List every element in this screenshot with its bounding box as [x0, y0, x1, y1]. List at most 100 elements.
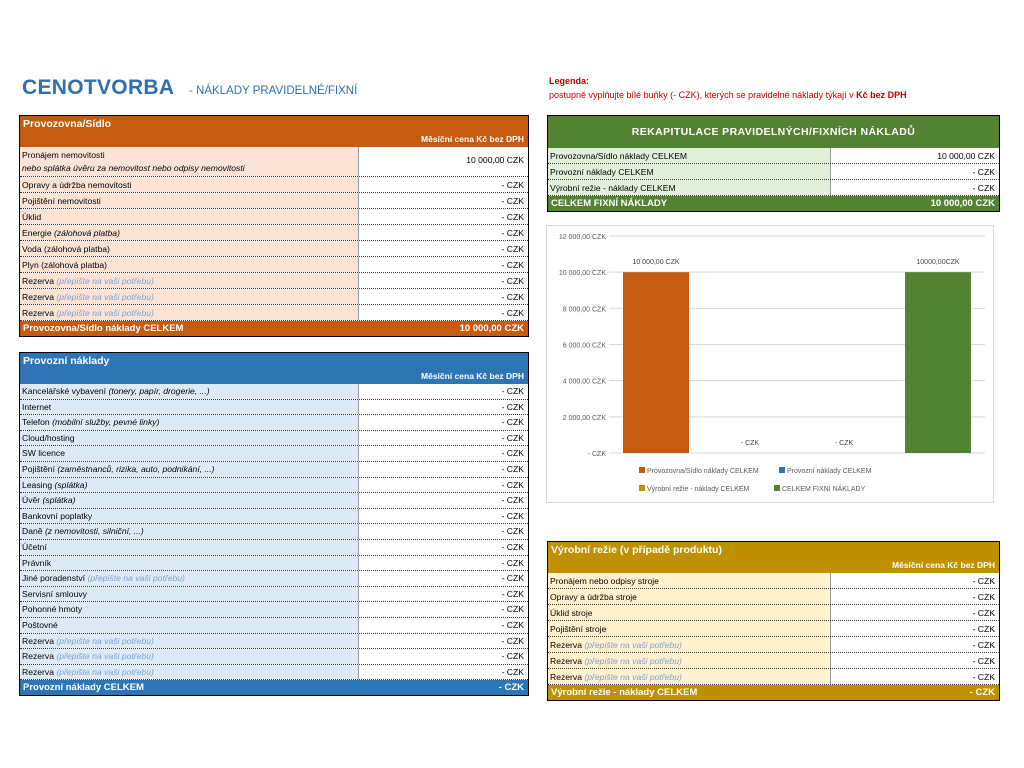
provozni-row-value-input[interactable]: - CZK	[358, 617, 528, 633]
provozovna-row-value-input[interactable]: - CZK	[358, 177, 528, 192]
provozovna-row-label: Rezerva (přepište na vaši potřebu)	[20, 305, 358, 320]
provozni-row-hint: (přepište na vaši potřebu)	[56, 635, 154, 646]
provozovna-row-value-input[interactable]: - CZK	[358, 305, 528, 320]
provozovna-row: Rezerva (přepište na vaši potřebu) - CZK	[20, 305, 528, 321]
provozni-row-value-input[interactable]: - CZK	[358, 524, 528, 539]
rekapitulace-row-value-input[interactable]: - CZK	[830, 180, 999, 195]
provozni-row-value-input[interactable]: - CZK	[358, 649, 528, 664]
vyrobni-row-hint: (přepište na vaši potřebu)	[584, 640, 682, 650]
provozni-row-value-input[interactable]: - CZK	[358, 633, 528, 649]
provozni-row: Bankovní poplatky - CZK	[20, 508, 528, 525]
provozovna-row-label-text: Rezerva	[22, 292, 54, 302]
vyrobni-row-value-input[interactable]: - CZK	[830, 653, 999, 668]
provozovna-row-value-input[interactable]: - CZK	[358, 209, 528, 224]
provozovna-row-value-input[interactable]: - CZK	[358, 289, 528, 304]
provozni-row-note: (z nemovitosti, silniční, ...)	[44, 526, 144, 537]
provozovna-row-value-input[interactable]: - CZK	[358, 193, 528, 208]
provozovna-row-hint: (přepište na vaši potřebu)	[56, 276, 154, 286]
provozni-total-value: - CZK	[498, 682, 524, 694]
vyrobni-row-hint: (přepište na vaši potřebu)	[584, 672, 682, 682]
provozni-row-label: Rezerva (přepište na vaši potřebu)	[20, 664, 358, 680]
provozovna-row: Rezerva (přepište na vaši potřebu) - CZK	[20, 273, 528, 289]
provozni-row-value-input[interactable]: - CZK	[358, 508, 528, 524]
provozovna-row-label-text: Opravy a údržba nemovitosti	[22, 180, 132, 190]
provozni-row: Daně (z nemovitosti, silniční, ...) - CZK	[20, 524, 528, 540]
vyrobni-row-value-input[interactable]: - CZK	[830, 669, 999, 684]
provozni-row-value-input[interactable]: - CZK	[358, 539, 528, 555]
provozni-row-value-input[interactable]: - CZK	[358, 664, 528, 680]
provozovna-row-label-text: Úklid	[22, 212, 42, 222]
vyrobni-row: Opravy a údržba stroje - CZK	[548, 589, 999, 605]
provozni-row-label-text: Právník	[22, 557, 52, 568]
provozovna-row-value-input[interactable]: - CZK	[358, 273, 528, 288]
provozovna-row-value-input[interactable]: - CZK	[358, 241, 528, 256]
provozovna-total-value: 10 000,00 CZK	[459, 323, 524, 334]
provozovna-total-row: Provozovna/Sídlo náklady CELKEM 10 000,0…	[20, 321, 528, 336]
rekapitulace-row-value-input[interactable]: - CZK	[830, 164, 999, 179]
vyrobni-row-value-input[interactable]: - CZK	[830, 605, 999, 620]
vyrobni-subheader: Měsíční cena Kč bez DPH	[548, 558, 999, 573]
legend-title: Legenda:	[549, 76, 590, 86]
provozni-row-label: Účetní	[20, 539, 358, 555]
provozni-row: Jiné poradenství (přepište na vaši potře…	[20, 571, 528, 587]
provozni-row: Pohonné hmoty - CZK	[20, 602, 528, 618]
provozni-row-label-text: Bankovní poplatky	[22, 510, 93, 521]
provozni-row-value-input[interactable]: - CZK	[358, 586, 528, 602]
provozni-row: Kancelářské vybavení (tonery, papír, dro…	[20, 384, 528, 400]
provozni-row-note: (zaměstnanců, rizika, auto, podnikání, .…	[57, 463, 215, 474]
provozni-row-label-text: Leasing	[22, 479, 53, 490]
provozovna-row-label: Energie (zálohová platba)	[20, 225, 358, 240]
provozovna-row-value-input[interactable]: - CZK	[358, 257, 528, 272]
provozni-row-value-input[interactable]: - CZK	[358, 493, 528, 508]
rekapitulace-row-label-text: Provozovna/Sídlo náklady CELKEM	[550, 151, 688, 161]
vyrobni-row: Úklid stroje - CZK	[548, 605, 999, 621]
vyrobni-row-value-input[interactable]: - CZK	[830, 637, 999, 652]
provozni-row-value-input[interactable]: - CZK	[358, 461, 528, 477]
provozni-row: Účetní - CZK	[20, 539, 528, 556]
provozni-header: Provozní náklady	[20, 353, 528, 369]
chart-legend-label: Provozovna/Sídlo náklady CELKEM	[647, 468, 759, 475]
chart-legend-label: CELKEM FIXNÍ NÁKLADY	[782, 484, 866, 493]
vyrobni-total-label: Výrobní režie - náklady CELKEM	[551, 687, 698, 698]
provozni-row-label-text: SW licence	[22, 448, 65, 459]
provozovna-row: Rezerva (přepište na vaši potřebu) - CZK	[20, 289, 528, 305]
provozni-row-label: Rezerva (přepište na vaši potřebu)	[20, 633, 358, 649]
provozovna-row-value-input[interactable]: 10 000,00 CZK	[358, 147, 528, 176]
provozni-row: Rezerva (přepište na vaši potřebu) - CZK	[20, 664, 528, 681]
provozovna-row-note: (zálohová platba)	[54, 228, 120, 238]
vyrobni-row: Rezerva (přepište na vaši potřebu) - CZK	[548, 653, 999, 669]
provozovna-row-label-text: Rezerva	[22, 308, 54, 318]
provozovna-row-value-input[interactable]: - CZK	[358, 225, 528, 240]
chart-bar	[905, 272, 971, 453]
provozni-row: Leasing (splátka) - CZK	[20, 477, 528, 494]
provozni-row-value-input[interactable]: - CZK	[358, 602, 528, 617]
provozni-row: Pojištění (zaměstnanců, rizika, auto, po…	[20, 461, 528, 478]
provozovna-row-label: Pronájem nemovitosti nebo splátka úvěru z…	[20, 147, 358, 176]
provozovna-row-label: Rezerva (přepište na vaši potřebu)	[20, 273, 358, 288]
rekapitulace-row-label: Výrobní režie - náklady CELKEM	[548, 180, 830, 195]
provozni-row-label: Internet	[20, 399, 358, 415]
rekapitulace-row-value-input[interactable]: 10 000,00 CZK	[830, 148, 999, 163]
vyrobni-row-value-input[interactable]: - CZK	[830, 573, 999, 588]
vyrobni-row-label-text: Úklid stroje	[550, 608, 593, 618]
chart-legend-swatch	[639, 467, 645, 473]
provozovna-row-label: Rezerva (přepište na vaši potřebu)	[20, 289, 358, 304]
vyrobni-total-value: - CZK	[969, 687, 995, 698]
provozni-row-value-input[interactable]: - CZK	[358, 430, 528, 446]
provozni-row-label-text: Kancelářské vybavení	[22, 386, 107, 396]
provozni-row-value-input[interactable]: - CZK	[358, 415, 528, 430]
provozni-row-note: (mobilní služby, pevné linky)	[52, 417, 160, 428]
provozni-row-value-input[interactable]: - CZK	[358, 571, 528, 586]
vyrobni-row-label: Rezerva (přepište na vaši potřebu)	[548, 653, 830, 668]
provozni-row-value-input[interactable]: - CZK	[358, 477, 528, 493]
vyrobni-row-value-input[interactable]: - CZK	[830, 621, 999, 636]
provozovna-row: Plyn (zálohová platba) - CZK	[20, 257, 528, 273]
vyrobni-row-value-input[interactable]: - CZK	[830, 589, 999, 604]
vyrobni-total-row: Výrobní režie - náklady CELKEM - CZK	[548, 685, 999, 700]
provozni-row-label-text: Pohonné hmoty	[22, 604, 83, 615]
provozni-row-value-input[interactable]: - CZK	[358, 384, 528, 399]
provozni-row-label: Kancelářské vybavení (tonery, papír, dro…	[20, 384, 358, 399]
provozni-row-value-input[interactable]: - CZK	[358, 555, 528, 571]
provozni-row-value-input[interactable]: - CZK	[358, 446, 528, 461]
provozni-row-value-input[interactable]: - CZK	[358, 399, 528, 415]
